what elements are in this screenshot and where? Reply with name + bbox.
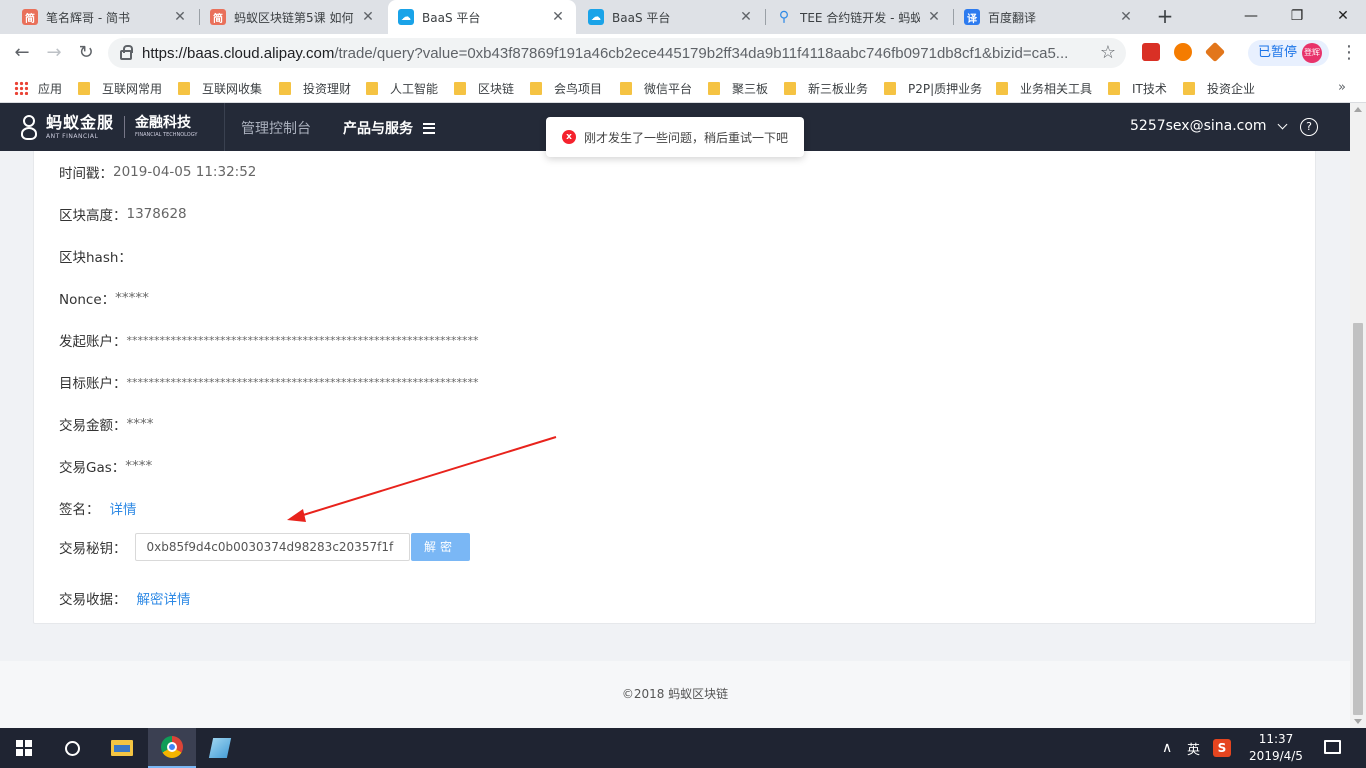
- arrow-head: [287, 509, 306, 522]
- page-scrollbar[interactable]: [1350, 103, 1366, 728]
- tray-sogou[interactable]: S: [1213, 728, 1231, 768]
- file-explorer-icon: [111, 740, 133, 756]
- windows-taskbar: ∧ 英 S 11:37 2019/4/5: [0, 728, 1366, 768]
- notepad-icon: [208, 738, 232, 758]
- taskbar-chrome[interactable]: [148, 728, 196, 768]
- windows-logo-icon: [16, 740, 32, 756]
- scroll-up-icon[interactable]: [1354, 107, 1362, 112]
- clock-date: 2019/4/5: [1249, 749, 1303, 763]
- scroll-down-icon[interactable]: [1354, 719, 1362, 724]
- tray-expand-icon[interactable]: ∧: [1162, 728, 1172, 768]
- sogou-ime-icon: S: [1213, 739, 1231, 757]
- clock-time: 11:37: [1258, 732, 1294, 746]
- scroll-thumb[interactable]: [1353, 323, 1363, 715]
- taskbar-file-explorer[interactable]: [98, 728, 146, 768]
- notification-center-icon[interactable]: [1324, 740, 1341, 754]
- annotation-arrow: [287, 436, 557, 522]
- taskbar-search[interactable]: [48, 728, 96, 768]
- taskbar-notepad[interactable]: [196, 728, 244, 768]
- system-clock[interactable]: 11:37 2019/4/5: [1238, 731, 1314, 765]
- arrow-shaft: [299, 436, 557, 517]
- search-icon: [64, 740, 80, 756]
- ime-indicator[interactable]: 英: [1187, 728, 1200, 768]
- start-button[interactable]: [0, 728, 48, 768]
- chrome-icon: [161, 736, 183, 758]
